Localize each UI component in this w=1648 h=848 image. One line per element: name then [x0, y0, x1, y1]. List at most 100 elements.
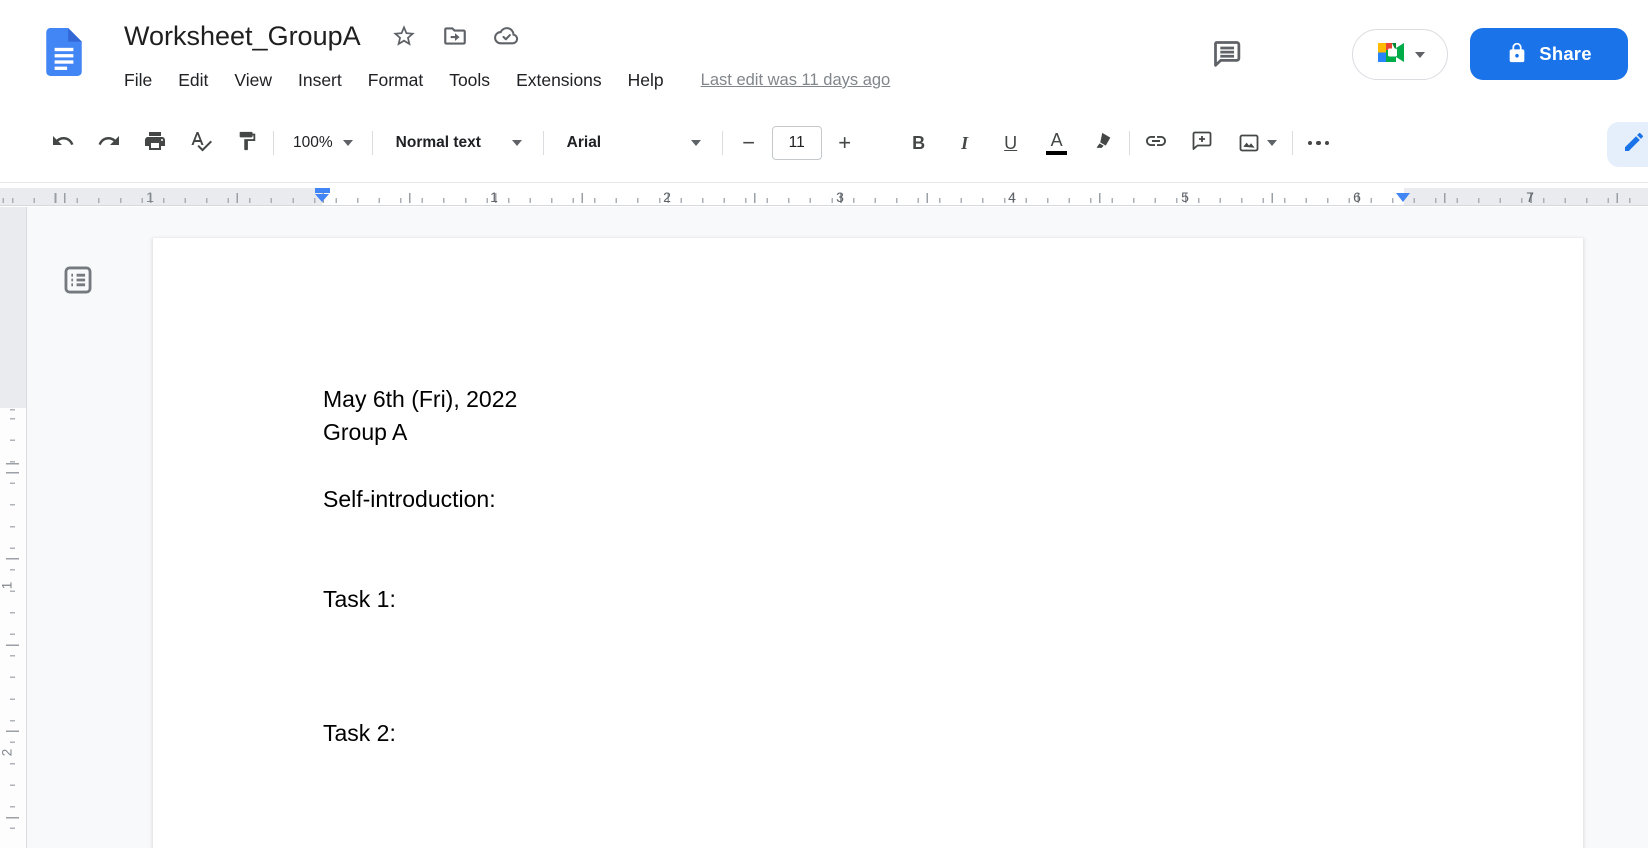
doc-line[interactable]: [323, 617, 1479, 650]
outline-icon: [61, 263, 95, 302]
menu-format[interactable]: Format: [355, 68, 436, 93]
open-comments-button[interactable]: [1206, 36, 1246, 76]
font-family-select[interactable]: Arial: [553, 128, 713, 158]
italic-button[interactable]: I: [948, 126, 982, 160]
doc-line[interactable]: [323, 650, 1479, 683]
zoom-value: 100%: [293, 134, 333, 152]
vertical-ruler[interactable]: 1 2: [0, 207, 27, 848]
highlight-icon: [1092, 130, 1114, 157]
insert-link-button[interactable]: [1139, 126, 1173, 160]
underline-button[interactable]: U: [994, 126, 1028, 160]
doc-line[interactable]: Task 2:: [323, 717, 1479, 750]
share-button[interactable]: Share: [1470, 28, 1628, 80]
left-indent-marker[interactable]: [315, 188, 330, 202]
doc-line[interactable]: Self-introduction:: [323, 483, 1479, 516]
share-label: Share: [1539, 43, 1591, 65]
doc-line[interactable]: [323, 684, 1479, 717]
doc-line[interactable]: Task 1:: [323, 583, 1479, 616]
paint-format-button[interactable]: [230, 126, 264, 160]
ruler-number: 4: [1008, 189, 1016, 205]
text-color-icon: A: [1046, 131, 1067, 156]
insert-image-icon: [1237, 131, 1277, 155]
menu-bar: File Edit View Insert Format Tools Exten…: [122, 68, 890, 93]
document-page[interactable]: May 6th (Fri), 2022 Group A Self-introdu…: [153, 238, 1583, 848]
header: Worksheet_GroupA: [0, 0, 1648, 104]
right-indent-marker[interactable]: [1396, 193, 1410, 202]
dropdown-caret-icon: [1267, 140, 1277, 146]
redo-icon: [97, 129, 121, 158]
menu-edit[interactable]: Edit: [165, 68, 221, 93]
menu-file[interactable]: File: [122, 68, 165, 93]
doc-line[interactable]: May 6th (Fri), 2022: [323, 383, 1479, 416]
add-comment-icon: [1190, 129, 1214, 158]
text-color-button[interactable]: A: [1040, 126, 1074, 160]
undo-button[interactable]: [46, 126, 80, 160]
menu-help[interactable]: Help: [615, 68, 677, 93]
decrease-font-size-button[interactable]: −: [732, 126, 766, 160]
font-size-input[interactable]: 11: [772, 126, 822, 160]
dropdown-caret-icon: [1415, 52, 1425, 58]
increase-font-size-button[interactable]: +: [828, 126, 862, 160]
doc-line[interactable]: [323, 450, 1479, 483]
show-outline-button[interactable]: [59, 263, 97, 301]
link-icon: [1144, 129, 1168, 158]
document-workspace: 1 2 May 6th (Fri), 2022 Group A Self-int…: [0, 207, 1648, 848]
paint-format-icon: [236, 130, 258, 157]
ruler-number: 1: [490, 189, 498, 205]
cloud-saved-icon[interactable]: [493, 23, 520, 50]
document-title[interactable]: Worksheet_GroupA: [124, 21, 361, 52]
separator: [1292, 131, 1293, 155]
doc-line[interactable]: Group A: [323, 416, 1479, 449]
more-options-button[interactable]: [1302, 126, 1336, 160]
dropdown-caret-icon: [512, 140, 522, 146]
print-button[interactable]: [138, 126, 172, 160]
ruler-number: 5: [1181, 189, 1189, 205]
move-folder-icon[interactable]: [442, 23, 469, 50]
style-value: Normal text: [396, 134, 481, 152]
lock-icon: [1506, 42, 1528, 67]
italic-icon: I: [961, 134, 968, 152]
spell-check-button[interactable]: [184, 126, 218, 160]
minus-icon: −: [742, 132, 755, 154]
doc-line[interactable]: [323, 517, 1479, 550]
document-text[interactable]: May 6th (Fri), 2022 Group A Self-introdu…: [153, 238, 1583, 750]
insert-image-button[interactable]: [1231, 126, 1283, 160]
plus-icon: +: [838, 132, 851, 154]
meet-icon: [1376, 40, 1406, 70]
menu-insert[interactable]: Insert: [285, 68, 355, 93]
editing-mode-button[interactable]: [1607, 122, 1648, 167]
menu-extensions[interactable]: Extensions: [503, 68, 615, 93]
horizontal-ruler[interactable]: 1 1 2 3 4 5 6 7: [0, 184, 1648, 206]
ruler-number: 7: [1526, 189, 1534, 205]
separator: [372, 131, 373, 155]
dropdown-caret-icon: [343, 140, 353, 146]
star-icon[interactable]: [391, 23, 418, 50]
menu-tools[interactable]: Tools: [436, 68, 503, 93]
join-meet-button[interactable]: [1352, 29, 1448, 80]
more-icon: [1308, 141, 1330, 146]
doc-line[interactable]: [323, 550, 1479, 583]
print-icon: [143, 129, 167, 158]
menu-view[interactable]: View: [221, 68, 285, 93]
first-line-indent-marker[interactable]: [315, 188, 330, 193]
title-row: Worksheet_GroupA: [124, 16, 520, 56]
ruler-number: 2: [0, 749, 14, 757]
ruler-ticks: [6, 408, 19, 848]
ruler-number: 2: [663, 189, 671, 205]
ruler-number: 1: [0, 582, 14, 590]
bold-button[interactable]: B: [902, 126, 936, 160]
ruler-number: 1: [146, 189, 154, 205]
spell-check-icon: [189, 129, 213, 158]
docs-logo-icon[interactable]: [46, 28, 82, 76]
ruler-number: 6: [1353, 189, 1361, 205]
highlight-color-button[interactable]: [1086, 126, 1120, 160]
paragraph-style-select[interactable]: Normal text: [382, 128, 534, 158]
zoom-select[interactable]: 100%: [283, 128, 363, 158]
font-size-value: 11: [789, 134, 805, 152]
toolbar: 100% Normal text Arial − 11 + B I U: [0, 104, 1648, 183]
google-docs-window: Worksheet_GroupA: [0, 0, 1648, 848]
last-edit-link[interactable]: Last edit was 11 days ago: [701, 71, 891, 90]
add-comment-button[interactable]: [1185, 126, 1219, 160]
comments-icon: [1210, 37, 1243, 75]
redo-button[interactable]: [92, 126, 126, 160]
